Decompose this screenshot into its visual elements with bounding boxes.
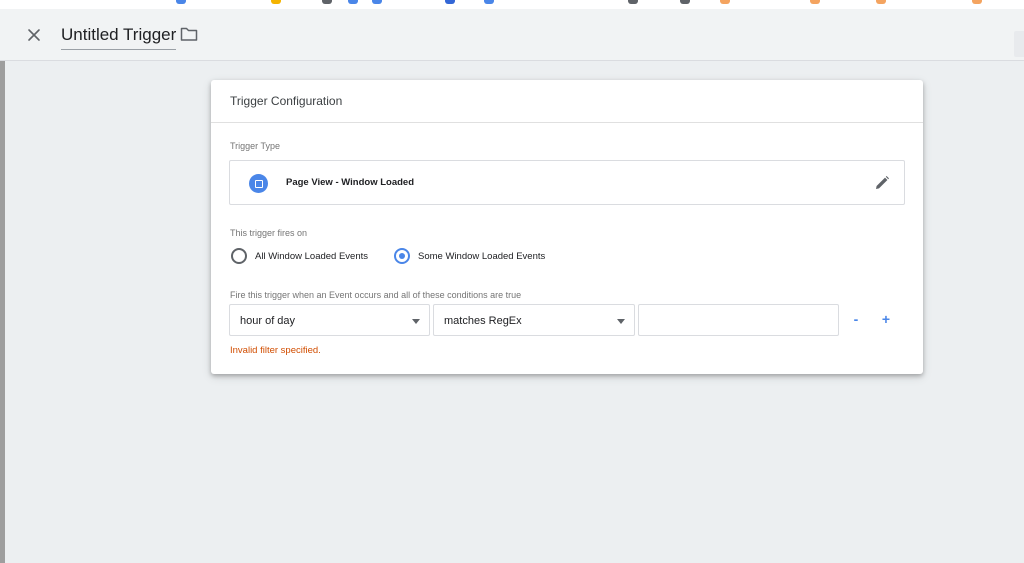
conditions-label: Fire this trigger when an Event occurs a… (230, 290, 522, 300)
save-button-edge[interactable] (1014, 31, 1024, 57)
validation-error-message: Invalid filter specified. (230, 345, 321, 356)
operator-select[interactable]: matches RegEx (433, 304, 635, 336)
trigger-type-label: Trigger Type (230, 141, 281, 151)
radio-some-events[interactable]: Some Window Loaded Events (394, 248, 545, 264)
variable-select[interactable]: hour of day (229, 304, 430, 336)
dropdown-arrow-icon (412, 319, 420, 324)
radio-button[interactable] (231, 248, 247, 264)
close-icon[interactable] (22, 23, 46, 47)
editor-header: Untitled Trigger (0, 9, 1024, 61)
radio-all-events[interactable]: All Window Loaded Events (231, 248, 368, 264)
left-panel-edge (0, 60, 5, 563)
pencil-icon[interactable] (873, 174, 891, 192)
operator-select-value: matches RegEx (444, 315, 522, 327)
variable-select-value: hour of day (240, 315, 296, 327)
page-view-icon (249, 174, 268, 193)
folder-icon[interactable] (180, 26, 198, 42)
radio-label: All Window Loaded Events (255, 250, 369, 262)
radio-button[interactable] (394, 248, 410, 264)
remove-condition-button[interactable]: - (847, 310, 865, 328)
radio-label: Some Window Loaded Events (418, 250, 546, 262)
fires-on-label: This trigger fires on (230, 228, 308, 238)
trigger-configuration-card: Trigger Configuration Trigger Type Page … (211, 80, 923, 374)
card-title: Trigger Configuration (211, 80, 923, 123)
dropdown-arrow-icon (617, 319, 625, 324)
trigger-name-title[interactable]: Untitled Trigger (61, 25, 177, 50)
condition-value-input[interactable] (638, 304, 839, 336)
trigger-type-name: Page View - Window Loaded (286, 177, 415, 188)
browser-bookmarks-bar-remnant (0, 0, 1024, 9)
trigger-type-selector[interactable]: Page View - Window Loaded (229, 160, 905, 205)
add-condition-button[interactable]: + (877, 310, 895, 328)
